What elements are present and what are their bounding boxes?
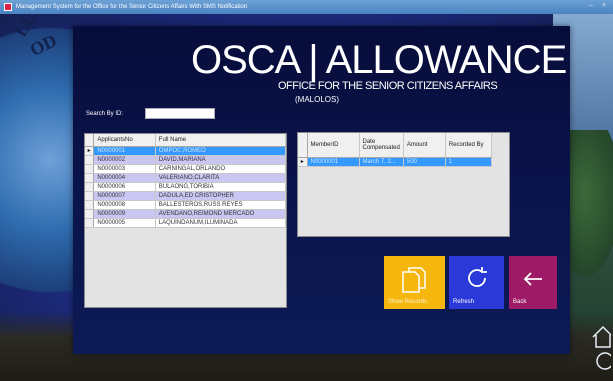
page-subtitle: OFFICE FOR THE SENIOR CITIZENS AFFAIRS bbox=[278, 80, 498, 92]
app-window: LUNGS OD Management System for the Offic… bbox=[0, 0, 613, 381]
arrow-left-icon bbox=[523, 272, 542, 286]
cell-applicant-no[interactable]: N0000004 bbox=[93, 173, 156, 183]
table-row[interactable]: N0000008 BALLESTEROS,RUSS REYES bbox=[85, 200, 286, 210]
cell-full-name[interactable]: AVENDANO,REIMOND MERCADO bbox=[155, 209, 286, 219]
table-row[interactable]: N0000009 AVENDANO,REIMOND MERCADO bbox=[85, 209, 286, 219]
column-header-recorded-by[interactable]: Recorded By bbox=[445, 133, 492, 158]
cell-recorded-by[interactable]: 1 bbox=[445, 157, 492, 167]
refresh-label: Refresh bbox=[453, 299, 475, 305]
allowance-grid[interactable]: MemberID Date Compensated Amount Recorde… bbox=[297, 132, 510, 237]
cell-applicant-no[interactable]: N0000007 bbox=[93, 191, 156, 201]
cell-full-name[interactable]: OMPOC,ROMEO bbox=[155, 146, 286, 156]
row-header[interactable]: ▸ bbox=[85, 146, 95, 156]
show-records-label: Show Records bbox=[388, 299, 428, 305]
refresh-button[interactable]: Refresh bbox=[449, 256, 504, 309]
refresh-icon bbox=[468, 267, 487, 287]
page-city: (MALOLOS) bbox=[295, 95, 340, 104]
main-panel: OSCA | ALLOWANCE OFFICE FOR THE SENIOR C… bbox=[73, 26, 570, 354]
cell-full-name[interactable]: BULAONG,TORIBIA bbox=[155, 182, 286, 192]
column-header-amount[interactable]: Amount bbox=[403, 133, 446, 158]
cell-applicant-no[interactable]: N0000005 bbox=[93, 218, 156, 228]
row-header[interactable] bbox=[85, 218, 95, 228]
search-label: Search By ID: bbox=[86, 111, 124, 117]
cell-full-name[interactable]: VALERIANO,CLARITA bbox=[155, 173, 286, 183]
title-bar: Management System for the Office for the… bbox=[0, 0, 613, 14]
cell-applicant-no[interactable]: N0000001 bbox=[93, 146, 156, 156]
column-header-full-name[interactable]: Full Name bbox=[155, 134, 286, 147]
table-row[interactable]: N0000005 LAQUINDANUM,ILUMINADA bbox=[85, 218, 286, 228]
cell-amount[interactable]: 500 bbox=[403, 157, 446, 167]
row-header[interactable]: ▸ bbox=[298, 157, 308, 167]
column-header-applicants-no[interactable]: ApplicantsNo bbox=[93, 134, 156, 147]
row-header[interactable] bbox=[85, 191, 95, 201]
applicants-grid[interactable]: ApplicantsNo Full Name ▸ N0000001 OMPOC,RO… bbox=[84, 133, 287, 308]
cell-applicant-no[interactable]: N0000003 bbox=[93, 164, 156, 174]
table-row[interactable]: N0000003 CARNINGAL,ORLANDO bbox=[85, 164, 286, 174]
table-row[interactable]: N0000002 DAVID,MARIANA bbox=[85, 155, 286, 165]
cell-applicant-no[interactable]: N0000006 bbox=[93, 182, 156, 192]
cell-full-name[interactable]: DADULA,ED CRISTOPHER bbox=[155, 191, 286, 201]
cell-full-name[interactable]: BALLESTEROS,RUSS REYES bbox=[155, 200, 286, 210]
row-header-corner bbox=[85, 134, 95, 147]
row-header-corner bbox=[298, 133, 308, 158]
table-row[interactable]: N0000007 DADULA,ED CRISTOPHER bbox=[85, 191, 286, 201]
back-label: Back bbox=[513, 299, 527, 305]
cell-member-id[interactable]: N0000001 bbox=[307, 157, 360, 167]
window-title: Management System for the Office for the… bbox=[16, 4, 248, 10]
documents-icon bbox=[402, 267, 426, 293]
cell-full-name[interactable]: DAVID,MARIANA bbox=[155, 155, 286, 165]
cell-date-compensated[interactable]: March 7, 2... bbox=[359, 157, 404, 167]
home-icon bbox=[592, 325, 611, 370]
app-icon bbox=[4, 3, 12, 11]
table-row[interactable]: ▸ N0000001 March 7, 2... 500 1 bbox=[298, 157, 492, 167]
minimize-button[interactable]: – bbox=[586, 2, 596, 11]
cell-full-name[interactable]: CARNINGAL,ORLANDO bbox=[155, 164, 286, 174]
row-header[interactable] bbox=[85, 155, 95, 165]
page-title: OSCA | ALLOWANCE bbox=[191, 38, 567, 82]
table-row[interactable]: ▸ N0000001 OMPOC,ROMEO bbox=[85, 146, 286, 156]
row-header[interactable] bbox=[85, 182, 95, 192]
cell-applicant-no[interactable]: N0000009 bbox=[93, 209, 156, 219]
column-header-member-id[interactable]: MemberID bbox=[307, 133, 360, 158]
row-header[interactable] bbox=[85, 173, 95, 183]
search-input[interactable] bbox=[145, 108, 215, 119]
show-records-button[interactable]: Show Records bbox=[384, 256, 445, 309]
column-header-date-compensated[interactable]: Date Compensated bbox=[359, 133, 404, 158]
cell-applicant-no[interactable]: N0000002 bbox=[93, 155, 156, 165]
close-button[interactable]: × bbox=[599, 2, 609, 11]
table-row[interactable]: N0000006 BULAONG,TORIBIA bbox=[85, 182, 286, 192]
back-button[interactable]: Back bbox=[509, 256, 557, 309]
cell-full-name[interactable]: LAQUINDANUM,ILUMINADA bbox=[155, 218, 286, 228]
row-header[interactable] bbox=[85, 200, 95, 210]
row-header[interactable] bbox=[85, 209, 95, 219]
cell-applicant-no[interactable]: N0000008 bbox=[93, 200, 156, 210]
row-header[interactable] bbox=[85, 164, 95, 174]
table-row[interactable]: N0000004 VALERIANO,CLARITA bbox=[85, 173, 286, 183]
